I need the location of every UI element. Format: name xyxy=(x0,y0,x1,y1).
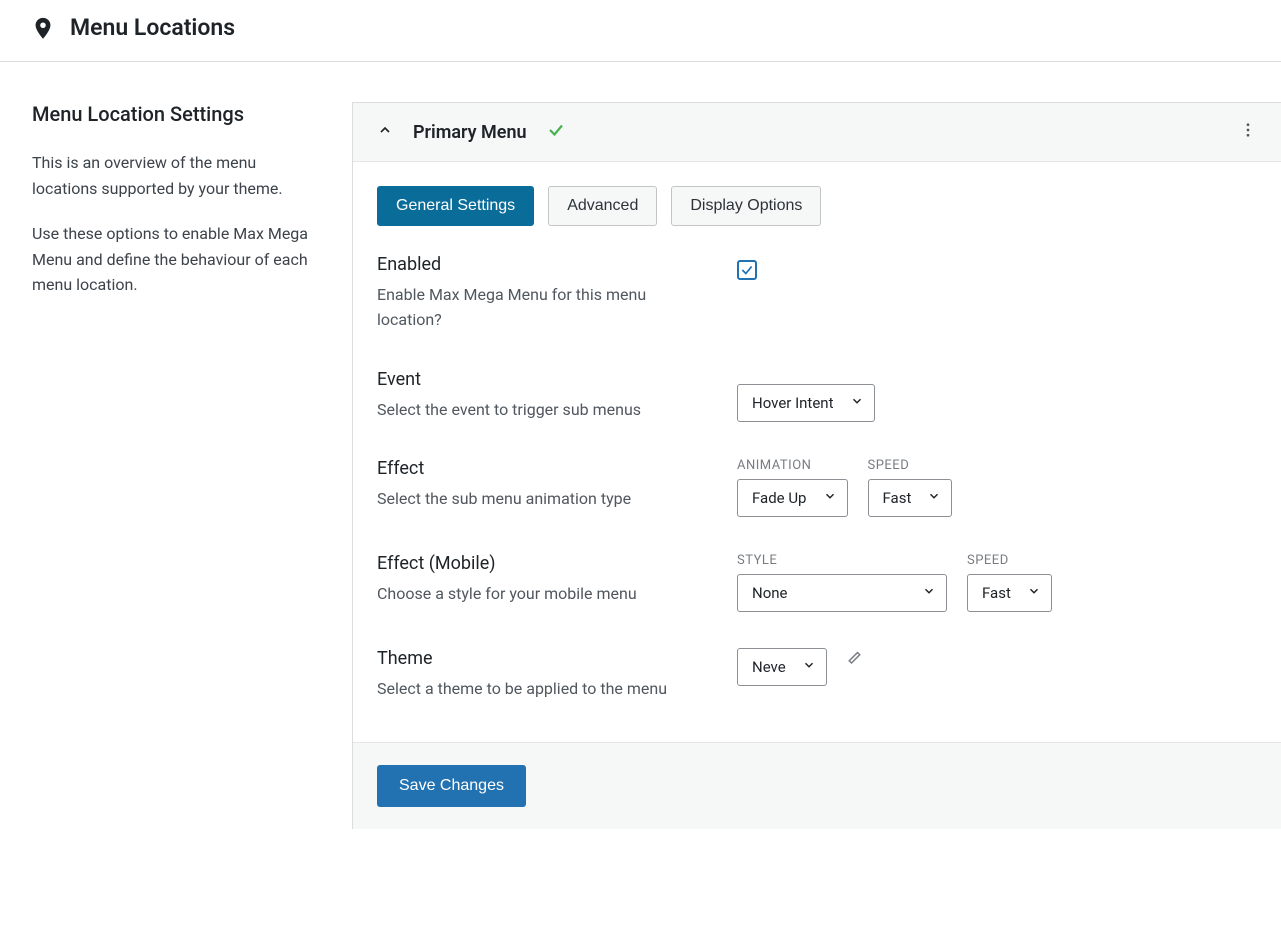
location-pin-icon xyxy=(32,17,54,39)
animation-select[interactable]: Fade Up xyxy=(737,479,848,517)
sidebar-title: Menu Location Settings xyxy=(32,102,312,126)
chevron-down-icon xyxy=(922,584,936,602)
sidebar-desc-1: This is an overview of the menu location… xyxy=(32,150,312,201)
main-panel: Primary Menu General Settings Advanced D… xyxy=(352,102,1281,829)
sidebar-desc-2: Use these options to enable Max Mega Men… xyxy=(32,221,312,298)
animation-select-value: Fade Up xyxy=(752,489,807,507)
row-effect: Effect Select the sub menu animation typ… xyxy=(377,458,1257,517)
field-desc-effect: Select the sub menu animation type xyxy=(377,487,707,512)
sidebar: Menu Location Settings This is an overvi… xyxy=(32,102,312,829)
style-label: STYLE xyxy=(737,553,947,568)
check-icon xyxy=(547,121,565,143)
mobile-speed-label: SPEED xyxy=(967,553,1052,568)
accordion-header[interactable]: Primary Menu xyxy=(353,103,1281,162)
animation-label: ANIMATION xyxy=(737,458,848,473)
chevron-down-icon xyxy=(850,394,864,412)
enabled-checkbox[interactable] xyxy=(737,260,757,280)
field-title-effect: Effect xyxy=(377,458,707,479)
tab-advanced[interactable]: Advanced xyxy=(548,186,657,226)
chevron-down-icon xyxy=(927,489,941,507)
field-desc-theme: Select a theme to be applied to the menu xyxy=(377,677,707,702)
panel-footer: Save Changes xyxy=(353,742,1281,829)
mobile-speed-value: Fast xyxy=(982,584,1011,602)
theme-select-value: Neve xyxy=(752,658,786,676)
tab-general-settings[interactable]: General Settings xyxy=(377,186,534,226)
tab-display-options[interactable]: Display Options xyxy=(671,186,821,226)
effect-speed-select[interactable]: Fast xyxy=(868,479,953,517)
field-title-event: Event xyxy=(377,369,707,390)
row-theme: Theme Select a theme to be applied to th… xyxy=(377,648,1257,702)
speed-label: SPEED xyxy=(868,458,953,473)
row-enabled: Enabled Enable Max Mega Menu for this me… xyxy=(377,254,1257,333)
field-desc-enabled: Enable Max Mega Menu for this menu locat… xyxy=(377,283,707,333)
page-title: Menu Locations xyxy=(70,14,235,41)
panel-body: General Settings Advanced Display Option… xyxy=(353,162,1281,742)
field-desc-effect-mobile: Choose a style for your mobile menu xyxy=(377,582,707,607)
theme-select[interactable]: Neve xyxy=(737,648,827,686)
save-button[interactable]: Save Changes xyxy=(377,765,526,807)
field-desc-event: Select the event to trigger sub menus xyxy=(377,398,707,423)
page-header: Menu Locations xyxy=(0,0,1281,62)
more-vertical-icon[interactable] xyxy=(1239,121,1257,143)
field-title-enabled: Enabled xyxy=(377,254,707,275)
event-select[interactable]: Hover Intent xyxy=(737,384,875,422)
row-event: Event Select the event to trigger sub me… xyxy=(377,369,1257,423)
mobile-style-select[interactable]: None xyxy=(737,574,947,612)
event-select-value: Hover Intent xyxy=(752,394,834,412)
chevron-down-icon xyxy=(802,658,816,676)
row-effect-mobile: Effect (Mobile) Choose a style for your … xyxy=(377,553,1257,612)
mobile-style-value: None xyxy=(752,584,788,602)
effect-speed-value: Fast xyxy=(883,489,912,507)
mobile-speed-select[interactable]: Fast xyxy=(967,574,1052,612)
edit-theme-button[interactable] xyxy=(847,648,865,676)
chevron-down-icon xyxy=(1027,584,1041,602)
field-title-effect-mobile: Effect (Mobile) xyxy=(377,553,707,574)
tabs: General Settings Advanced Display Option… xyxy=(377,186,1257,226)
field-title-theme: Theme xyxy=(377,648,707,669)
accordion-title: Primary Menu xyxy=(413,122,527,143)
pencil-icon xyxy=(847,648,865,670)
chevron-down-icon xyxy=(823,489,837,507)
chevron-up-icon xyxy=(377,122,393,142)
